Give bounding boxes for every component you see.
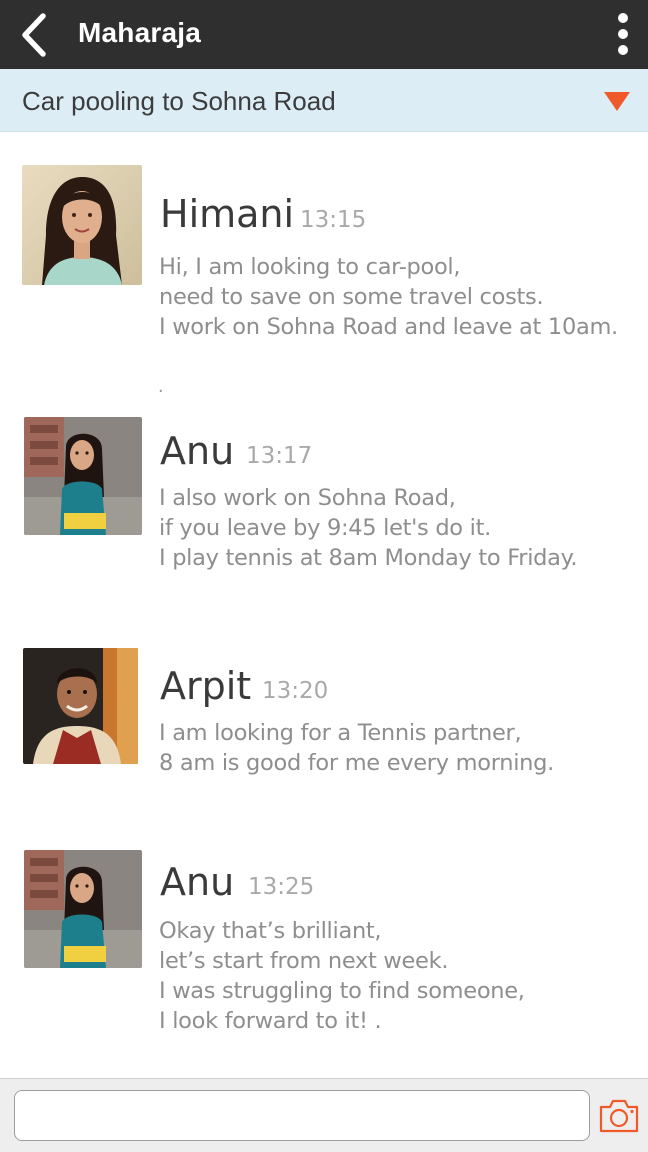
message-line: 8 am is good for me every morning. [159, 750, 554, 776]
sender-name: Arpit [160, 664, 252, 708]
app-title: Maharaja [78, 17, 201, 48]
composer-bar [0, 1078, 648, 1152]
message-line: Hi, I am looking to car-pool, [159, 254, 461, 280]
sender-name: Anu [160, 429, 235, 473]
message-line: I play tennis at 8am Monday to Friday. [159, 545, 578, 571]
avatar[interactable] [24, 850, 142, 968]
triangle-down-icon [604, 92, 630, 111]
message-time: 13:20 [262, 678, 329, 704]
topic-dropdown-button[interactable] [602, 89, 632, 113]
message-line: I work on Sohna Road and leave at 10am. [159, 314, 618, 340]
message-body: I am looking for a Tennis partner, 8 am … [159, 718, 639, 778]
message-body: Hi, I am looking to car-pool, need to sa… [159, 252, 639, 342]
message-line: need to save on some travel costs. [159, 284, 544, 310]
message-line: I look forward to it! . [159, 1008, 382, 1034]
camera-icon [599, 1099, 639, 1133]
topic-bar[interactable]: Car pooling to Sohna Road [0, 69, 648, 132]
message-time: 13:17 [246, 443, 313, 469]
chevron-left-icon [22, 13, 46, 57]
more-options-button[interactable] [606, 10, 640, 60]
message-time: 13:25 [248, 874, 315, 900]
message-body: I also work on Sohna Road, if you leave … [159, 483, 639, 573]
avatar[interactable] [24, 417, 142, 535]
back-button[interactable] [12, 8, 60, 60]
more-vertical-icon [618, 13, 628, 55]
message-body: Okay that’s brilliant, let’s start from … [159, 916, 639, 1036]
avatar[interactable] [23, 648, 138, 764]
message-line: I also work on Sohna Road, [159, 485, 456, 511]
avatar[interactable] [22, 165, 142, 285]
sender-name: Anu [160, 860, 235, 904]
topic-title: Car pooling to Sohna Road [22, 86, 336, 116]
message-input[interactable] [14, 1090, 590, 1141]
message-time: 13:15 [300, 207, 367, 233]
message-line: Okay that’s brilliant, [159, 918, 382, 944]
message-line: I am looking for a Tennis partner, [159, 720, 522, 746]
trailing-dot: . [158, 375, 164, 397]
message-list[interactable]: Himani 13:15 Hi, I am looking to car-poo… [0, 132, 648, 1078]
message-line: I was struggling to find someone, [159, 978, 525, 1004]
sender-name: Himani [160, 192, 295, 236]
message-line: if you leave by 9:45 let's do it. [159, 515, 491, 541]
camera-button[interactable] [598, 1098, 640, 1134]
app-bar: Maharaja [0, 0, 648, 69]
message-line: let’s start from next week. [159, 948, 449, 974]
